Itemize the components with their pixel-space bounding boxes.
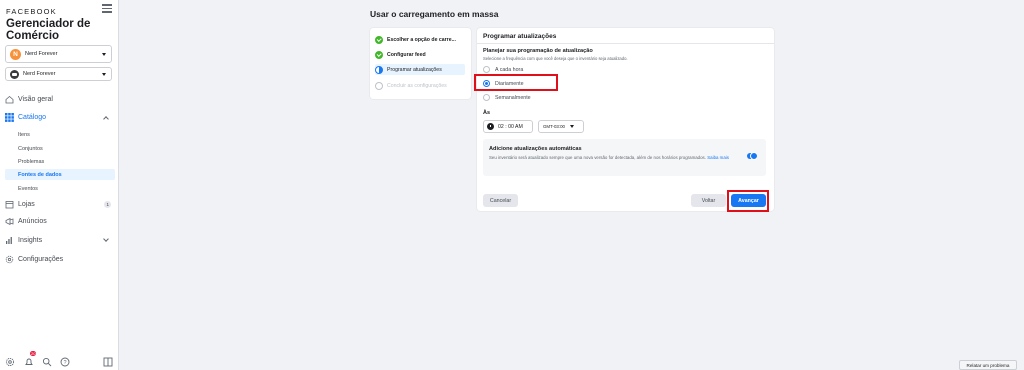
account-selector[interactable]: N Nerd Forever <box>5 45 112 63</box>
form-heading: Planejar sua programação de atualização <box>483 48 593 54</box>
schedule-form-card: Programar atualizações Planejar sua prog… <box>477 28 774 211</box>
time-label: Às <box>483 110 491 116</box>
home-icon <box>5 95 14 104</box>
stores-count-badge: 1 <box>104 201 111 208</box>
page-selector-value: Nerd Forever <box>23 71 56 77</box>
report-problem-button[interactable]: Relatar um problema <box>959 360 1017 370</box>
back-button[interactable]: Voltar <box>691 194 726 207</box>
step-schedule-updates[interactable]: Programar atualizações <box>375 64 465 75</box>
sidebar-subitem-events[interactable]: Eventos <box>5 183 115 194</box>
step-label: Configurar feed <box>387 51 426 58</box>
bell-icon[interactable]: 20 <box>24 351 37 365</box>
step-finish-setup: Concluir as configurações <box>375 80 465 91</box>
sidebar-item-settings[interactable]: Configurações <box>5 253 115 266</box>
step-configure-feed[interactable]: Configurar feed <box>375 49 465 60</box>
highlight-box-daily <box>474 74 558 91</box>
svg-text:?: ? <box>63 360 66 366</box>
frequency-option-hourly[interactable]: A cada hora <box>483 65 523 74</box>
store-icon <box>5 200 14 209</box>
notification-badge: 20 <box>30 351 37 356</box>
auto-updates-box: Adicione atualizações automáticas Seu in… <box>483 139 766 176</box>
chevron-down-icon <box>102 72 106 76</box>
form-subheading: Selecione a frequência com que você dese… <box>483 56 628 61</box>
sidebar-subitem-sets[interactable]: Conjuntos <box>5 143 115 154</box>
sidebar-subitem-items[interactable]: Itens <box>5 129 115 140</box>
page-avatar <box>10 69 19 79</box>
steps-panel: Escolher a opção de carre... Configurar … <box>370 28 471 99</box>
megaphone-icon <box>5 217 14 226</box>
facebook-logo: FACEBOOK <box>6 7 57 16</box>
chevron-up-icon <box>103 116 109 122</box>
check-circle-icon <box>375 35 383 44</box>
time-value: 02 : 00 AM <box>498 123 523 130</box>
auto-updates-title: Adicione atualizações automáticas <box>489 146 582 152</box>
help-icon[interactable]: ? <box>60 354 70 367</box>
timezone-value: GMT-03:00 <box>543 124 565 129</box>
sidebar-item-catalog[interactable]: Catálogo <box>5 111 115 124</box>
bar-chart-icon <box>5 236 14 245</box>
radio-label: A cada hora <box>495 66 524 73</box>
half-circle-icon <box>375 65 383 74</box>
learn-more-link[interactable]: Saiba mais <box>707 155 729 160</box>
step-label: Programar atualizações <box>387 66 442 73</box>
app-title: Gerenciador de Comércio <box>6 18 91 42</box>
sidebar-item-overview[interactable]: Visão geral <box>5 93 115 106</box>
search-icon[interactable] <box>42 354 52 367</box>
sidebar-item-label: Visão geral <box>18 96 53 103</box>
sidebar-footer: 20 ? <box>5 351 113 367</box>
sidebar-item-label: Configurações <box>18 256 64 263</box>
form-title: Programar atualizações <box>483 33 557 40</box>
sidebar-subitem-data-sources[interactable]: Fontes de dados <box>5 169 115 180</box>
sidebar-item-label: Anúncios <box>18 218 47 225</box>
clock-icon <box>487 123 494 130</box>
grid-icon <box>5 113 14 122</box>
sidebar-item-ads[interactable]: Anúncios <box>5 215 115 228</box>
account-selector-value: Nerd Forever <box>25 51 58 57</box>
radio-label: Semanalmente <box>495 94 531 101</box>
sidebar-item-label: Catálogo <box>18 114 47 121</box>
chevron-down-icon <box>569 125 574 128</box>
panel-toggle-icon[interactable] <box>103 354 113 367</box>
radio-button[interactable] <box>483 66 490 73</box>
check-circle-icon <box>375 50 383 59</box>
auto-updates-text: Seu inventário será atualizado sempre qu… <box>489 155 706 160</box>
timezone-select[interactable]: GMT-03:00 <box>538 120 584 133</box>
sidebar: FACEBOOK Gerenciador de Comércio N Nerd … <box>0 0 119 370</box>
empty-circle-icon <box>375 81 383 90</box>
radio-button[interactable] <box>483 94 490 101</box>
hamburger-menu-icon[interactable] <box>102 4 112 14</box>
sidebar-item-label: Insights <box>18 237 43 244</box>
sidebar-item-stores[interactable]: Lojas 1 <box>5 198 115 211</box>
auto-updates-toggle[interactable] <box>747 152 758 160</box>
gear-icon[interactable] <box>5 354 15 367</box>
cancel-button[interactable]: Cancelar <box>483 194 518 207</box>
page-selector[interactable]: Nerd Forever <box>5 67 112 81</box>
frequency-option-weekly[interactable]: Semanalmente <box>483 93 531 102</box>
auto-updates-description: Seu inventário será atualizado sempre qu… <box>489 155 729 161</box>
chevron-down-icon <box>102 52 106 56</box>
avatar: N <box>10 48 21 60</box>
highlight-box-next <box>727 190 769 212</box>
chevron-down-icon <box>103 236 109 242</box>
sidebar-item-insights[interactable]: Insights <box>5 234 115 247</box>
sidebar-item-label: Lojas <box>18 201 35 208</box>
page-title: Usar o carregamento em massa <box>370 9 499 19</box>
gear-icon <box>5 255 14 264</box>
step-label: Concluir as configurações <box>387 82 447 89</box>
step-label: Escolher a opção de carre... <box>387 36 456 43</box>
sidebar-subitem-problems[interactable]: Problemas <box>5 156 115 167</box>
divider <box>477 43 774 44</box>
time-picker[interactable]: 02 : 00 AM <box>483 120 533 133</box>
step-choose-option[interactable]: Escolher a opção de carre... <box>375 34 465 45</box>
